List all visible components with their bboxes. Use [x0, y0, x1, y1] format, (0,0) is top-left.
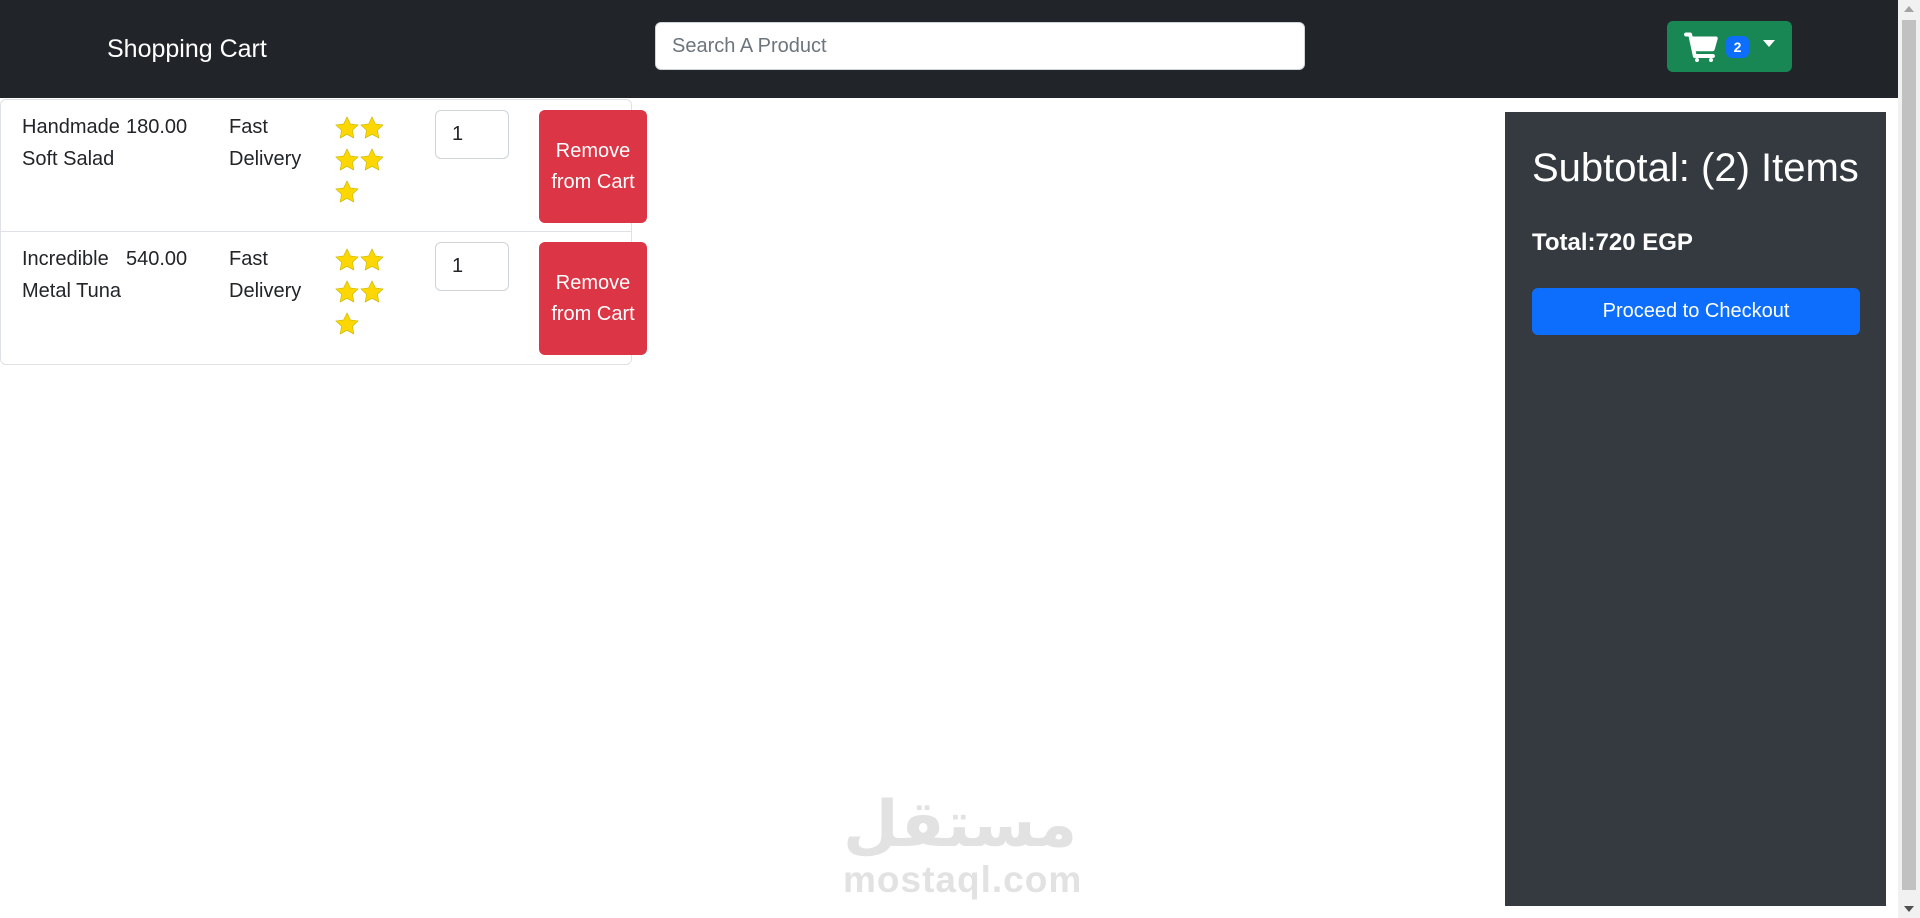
product-price: 180.00 [126, 116, 188, 138]
star-icon [334, 311, 360, 337]
total-amount: Total:720 EGP [1532, 229, 1693, 256]
star-icon [359, 147, 385, 173]
order-summary-panel: Subtotal: (2) Items Total:720 EGP Procee… [1505, 112, 1886, 906]
vertical-scrollbar[interactable] [1898, 0, 1920, 918]
product-price: 540.00 [126, 248, 188, 270]
product-name: Incredible Metal Tuna [22, 248, 121, 302]
quantity-input[interactable] [435, 242, 509, 291]
scroll-up-arrow-icon[interactable] [1904, 6, 1914, 12]
cart-list: Handmade Soft Salad 180.00 Fast Delivery… [0, 99, 647, 365]
search-input[interactable] [655, 22, 1305, 70]
delivery-info: Fast Delivery [229, 116, 302, 170]
star-icon [359, 247, 385, 273]
quantity-input[interactable] [435, 110, 509, 159]
scroll-down-arrow-icon[interactable] [1904, 906, 1914, 912]
star-icon [359, 115, 385, 141]
star-icon [359, 279, 385, 305]
star-icon [334, 147, 360, 173]
watermark-logo-arabic: مستقل [843, 788, 1078, 862]
star-icon [334, 279, 360, 305]
product-name: Handmade Soft Salad [22, 116, 120, 170]
remove-from-cart-button[interactable]: Remove from Cart [539, 110, 647, 223]
chevron-down-icon [1763, 40, 1776, 47]
rating-stars [334, 115, 390, 211]
cart-item: Incredible Metal Tuna 540.00 Fast Delive… [1, 232, 647, 364]
navbar: Shopping Cart 2 [0, 0, 1898, 98]
watermark-logo-latin: mostaql.com [843, 859, 1083, 900]
star-icon [334, 115, 360, 141]
cart-dropdown-button[interactable]: 2 [1667, 21, 1792, 72]
remove-from-cart-button[interactable]: Remove from Cart [539, 242, 647, 355]
rating-stars [334, 247, 390, 343]
brand-title[interactable]: Shopping Cart [107, 32, 267, 66]
star-icon [334, 179, 360, 205]
cart-count-badge: 2 [1725, 35, 1750, 58]
scrollbar-thumb[interactable] [1902, 20, 1916, 890]
delivery-info: Fast Delivery [229, 248, 302, 302]
watermark: مستقل mostaql.com [843, 788, 1083, 900]
cart-icon [1683, 32, 1718, 62]
star-icon [334, 247, 360, 273]
subtotal-heading: Subtotal: (2) Items [1532, 146, 1859, 190]
cart-item: Handmade Soft Salad 180.00 Fast Delivery… [1, 100, 647, 232]
proceed-to-checkout-button[interactable]: Proceed to Checkout [1532, 288, 1860, 335]
